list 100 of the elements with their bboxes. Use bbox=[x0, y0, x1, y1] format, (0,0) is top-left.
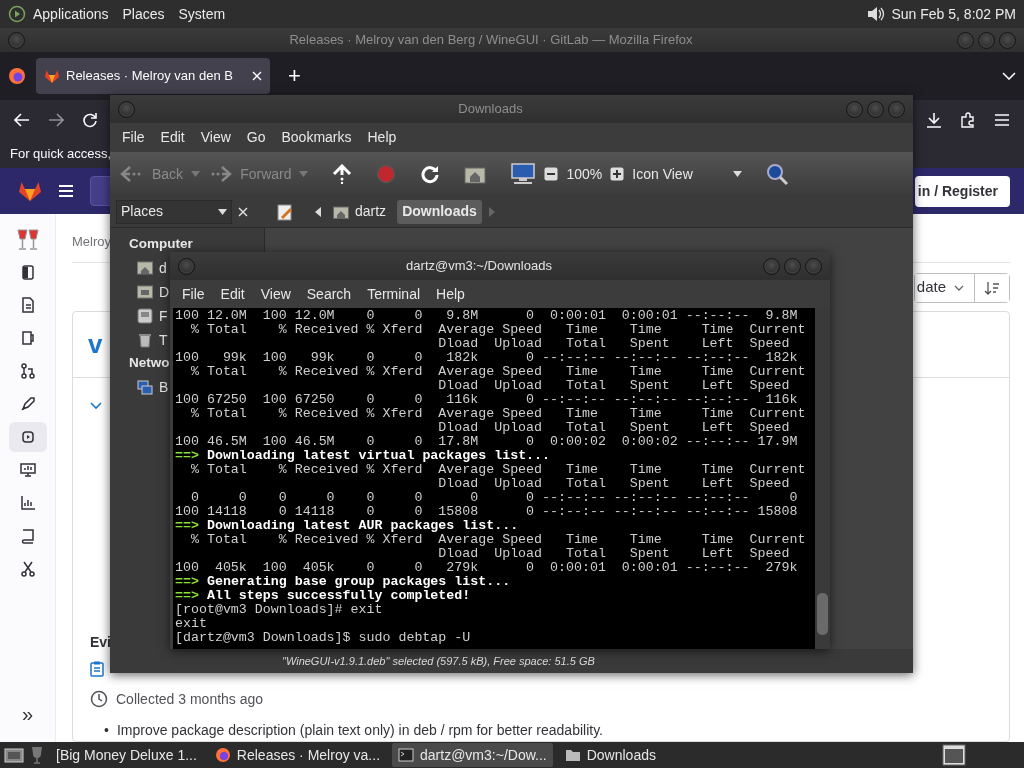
menu-item[interactable]: View bbox=[192, 127, 239, 148]
menu-item[interactable]: Edit bbox=[212, 283, 253, 305]
up-arrow-icon[interactable] bbox=[332, 164, 353, 184]
search-icon[interactable] bbox=[765, 163, 788, 185]
download-icon[interactable] bbox=[926, 112, 942, 128]
taskbar-item[interactable]: Downloads bbox=[558, 743, 709, 767]
section-heading: Evi bbox=[90, 632, 111, 652]
menu-item[interactable]: File bbox=[114, 127, 153, 148]
terminal-line: % Total % Received % Xferd Average Speed Time Time Time Current bbox=[189, 365, 807, 379]
menu-icon[interactable] bbox=[58, 184, 74, 198]
folder-icon bbox=[137, 284, 153, 301]
terminal-line: 100 46.5M 100 46.5M 0 0 17.8M 0 0:00:02 0:00:02 --:--:-- 17.9M bbox=[175, 435, 799, 449]
sidebar-item[interactable] bbox=[8, 422, 47, 452]
puzzle-icon[interactable] bbox=[960, 112, 976, 128]
zoom-in-button[interactable] bbox=[610, 167, 625, 181]
side-pane-dropdown[interactable]: Places bbox=[116, 199, 232, 224]
menu-item[interactable]: Edit bbox=[152, 127, 193, 148]
app-menu-icon[interactable] bbox=[8, 5, 26, 23]
menu-item[interactable]: File bbox=[174, 283, 213, 305]
panel-menu[interactable]: Places bbox=[115, 3, 172, 25]
deploy-icon bbox=[19, 429, 36, 445]
collapse-sidebar-button[interactable]: » bbox=[15, 698, 40, 730]
speaker-icon[interactable] bbox=[865, 4, 886, 24]
home-folder-icon[interactable] bbox=[464, 164, 487, 184]
browser-tab[interactable]: Releases · Melroy van den B bbox=[36, 58, 270, 94]
terminal-line: ==> All steps successfully completed! bbox=[175, 589, 472, 603]
wine-glass-icon[interactable] bbox=[30, 746, 44, 764]
terminal-line: 100 405k 100 405k 0 0 279k 0 0:00:01 0:00:01 --:--:-- 279k bbox=[175, 561, 799, 575]
forward-arrow-icon[interactable] bbox=[48, 113, 64, 127]
path-button[interactable]: Downloads bbox=[397, 199, 482, 224]
terminal-line: ==> Downloading latest AUR packages list... bbox=[175, 519, 520, 533]
window-title: Releases · Melroy van den Berg / WineGUI · GitLab — Mozilla Firefox bbox=[288, 31, 694, 50]
terminal-line: [root@vm3 Downloads]# exit bbox=[175, 603, 384, 617]
menu-item[interactable]: Terminal bbox=[359, 283, 429, 305]
terminal-line: % Total % Received % Xferd Average Speed Time Time Time Current bbox=[189, 463, 807, 477]
terminal-line: Dload Upload Total Spent Left Speed bbox=[437, 379, 791, 393]
workspace-icon[interactable] bbox=[942, 744, 966, 766]
back-arrow-icon[interactable] bbox=[14, 113, 30, 127]
place-item[interactable]: B bbox=[137, 376, 169, 399]
new-tab-button[interactable]: + bbox=[280, 65, 309, 87]
menu-item[interactable]: Help bbox=[359, 127, 405, 148]
place-item[interactable]: T bbox=[137, 329, 168, 352]
left-arrow-icon[interactable] bbox=[314, 206, 322, 217]
section-heading: Netwo bbox=[129, 354, 170, 373]
panel-menu[interactable]: System bbox=[171, 3, 233, 25]
browser-logo-icon bbox=[214, 747, 231, 763]
caret-icon bbox=[732, 171, 742, 177]
terminal-line: Dload Upload Total Spent Left Speed bbox=[437, 547, 791, 561]
computer-icon[interactable] bbox=[510, 163, 537, 185]
terminal-icon bbox=[398, 747, 415, 763]
menu-icon[interactable] bbox=[994, 113, 1010, 127]
window-title: Downloads bbox=[457, 100, 524, 119]
release-note: Improve package description (plain text only) in deb / rpm for better readability. bbox=[116, 720, 603, 740]
menu-item[interactable]: Search bbox=[298, 283, 360, 305]
close-icon[interactable] bbox=[238, 206, 248, 217]
place-item[interactable]: D bbox=[137, 281, 170, 304]
terminal-line: 100 12.0M 100 12.0M 0 0 9.8M 0 0:00:01 0:00:01 --:--:-- 9.8M bbox=[175, 309, 799, 323]
home-folder-icon bbox=[137, 260, 153, 277]
terminal-line: ==> Downloading latest virtual packages list... bbox=[175, 449, 552, 463]
zoom-out-button[interactable] bbox=[544, 167, 559, 181]
breadcrumb-link[interactable]: Melroy bbox=[72, 232, 111, 252]
bar-chart-icon bbox=[19, 495, 36, 511]
book-icon bbox=[19, 528, 36, 544]
taskbar-item[interactable]: Releases · Melroy va... bbox=[208, 743, 387, 767]
menu-item[interactable]: Bookmarks bbox=[273, 127, 360, 148]
terminal-line: 0 0 0 0 0 0 0 0 --:--:-- --:--:-- --:--:-- 0 bbox=[189, 491, 799, 505]
sort-icon bbox=[984, 280, 1000, 295]
view-mode-dropdown[interactable]: Icon View bbox=[632, 163, 742, 185]
taskbar-item[interactable]: dartz@vm3:~/Dow... bbox=[392, 743, 553, 767]
panel-menu[interactable]: Applications bbox=[26, 3, 116, 25]
clock-icon bbox=[90, 690, 108, 708]
drive-icon bbox=[137, 308, 153, 325]
reload-icon[interactable] bbox=[420, 164, 441, 184]
browser-logo-icon[interactable] bbox=[8, 67, 26, 85]
terminal-line: 100 14118 0 14118 0 0 15808 0 --:--:-- --:--:-- --:--:-- 15808 bbox=[175, 505, 799, 519]
edit-location-icon[interactable] bbox=[276, 202, 294, 221]
fox-logo-icon[interactable] bbox=[18, 179, 42, 203]
clipboard-icon[interactable] bbox=[90, 660, 104, 677]
menu-item[interactable]: Help bbox=[428, 283, 473, 305]
scrollbar[interactable] bbox=[815, 308, 830, 649]
path-button[interactable]: dartz bbox=[328, 199, 392, 224]
menu-item[interactable]: View bbox=[252, 283, 299, 305]
status-text: "WineGUI-v1.9.1.deb" selected (597.5 kB), Free space: 51.5 GB bbox=[282, 653, 595, 669]
release-title[interactable]: v bbox=[88, 324, 103, 364]
terminal-line: % Total % Received % Xferd Average Speed Time Time Time Current bbox=[189, 533, 807, 547]
window-title: dartz@vm3:~/Downloads bbox=[405, 257, 553, 276]
reload-icon[interactable] bbox=[82, 112, 98, 128]
terminal-line: ==> Generating base group packages list... bbox=[175, 575, 512, 589]
menu-item[interactable]: Go bbox=[238, 127, 274, 148]
clock: Sun Feb 5, 8:02 PM bbox=[891, 4, 1016, 24]
taskbar-item[interactable]: [Big Money Deluxe 1... bbox=[50, 743, 203, 767]
place-item[interactable]: d bbox=[137, 257, 167, 280]
sort-dropdown[interactable]: date bbox=[914, 273, 975, 302]
network-icon bbox=[137, 379, 153, 396]
sign-in-button[interactable]: in / Register bbox=[914, 175, 1010, 207]
bookmarks-hint: For quick access, bbox=[10, 145, 112, 164]
terminal-line: Dload Upload Total Spent Left Speed bbox=[437, 337, 791, 351]
place-item[interactable]: F bbox=[137, 305, 168, 328]
show-desktop-icon[interactable] bbox=[4, 746, 24, 764]
collected-time: Collected 3 months ago bbox=[116, 689, 264, 709]
